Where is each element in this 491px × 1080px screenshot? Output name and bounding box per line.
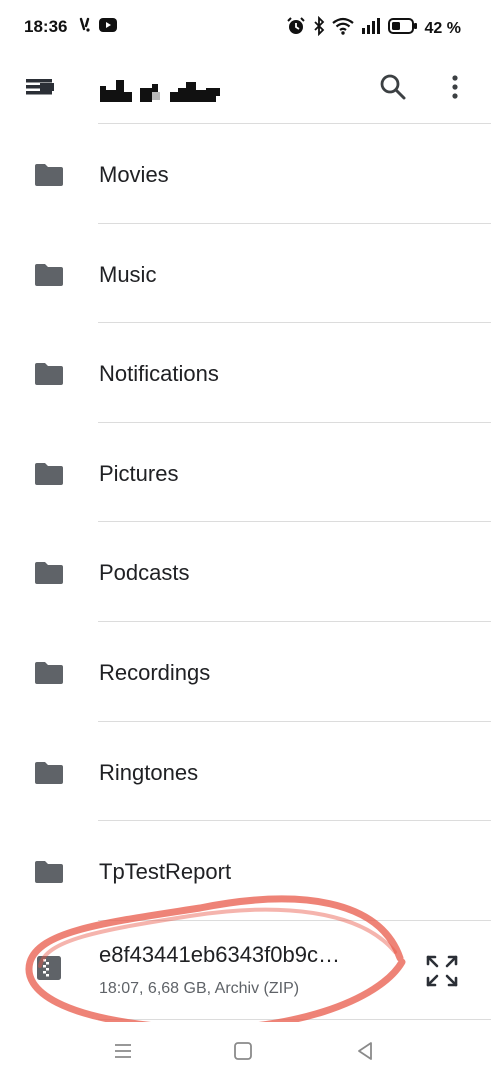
folder-icon	[35, 164, 63, 186]
battery-percent: 42 %	[424, 19, 461, 37]
expand-button[interactable]	[424, 953, 460, 989]
folder-label: TpTestReport	[99, 859, 232, 885]
signal-icon	[361, 17, 381, 40]
menu-button[interactable]	[24, 72, 58, 102]
file-list: Movies Music Notifications Pictures Podc…	[0, 124, 491, 921]
more-vert-icon	[452, 75, 458, 99]
folder-label: Music	[99, 261, 157, 287]
zip-archive-icon	[37, 956, 61, 980]
expand-icon	[426, 955, 458, 987]
file-name: e8f43441eb6343f0b9c…	[99, 942, 340, 967]
folder-label: Recordings	[99, 659, 211, 685]
folder-row[interactable]: Pictures	[0, 423, 491, 523]
folder-label: Ringtones	[99, 759, 199, 785]
status-left-icons	[78, 17, 117, 38]
status-right-icons: 42 %	[286, 15, 461, 41]
folder-row[interactable]: Notifications	[0, 323, 491, 423]
battery-icon	[387, 17, 418, 40]
folder-row[interactable]: Podcasts	[0, 522, 491, 622]
search-button[interactable]	[378, 72, 408, 102]
back-button[interactable]	[354, 1040, 376, 1062]
folder-title-redacted	[100, 78, 223, 104]
file-row[interactable]: e8f43441eb6343f0b9c… 18:07, 6,68 GB, Arc…	[0, 920, 491, 1020]
folder-icon	[35, 462, 63, 485]
folder-icon	[35, 363, 63, 386]
status-time: 18:36	[24, 17, 68, 36]
folder-label: Pictures	[99, 460, 179, 486]
folder-icon	[35, 861, 63, 884]
folder-icon	[35, 661, 63, 684]
system-nav-bar	[0, 1022, 491, 1080]
home-icon	[234, 1042, 252, 1060]
file-meta: 18:07, 6,68 GB, Archiv (ZIP)	[99, 980, 300, 997]
folder-label: Podcasts	[99, 560, 190, 586]
folder-icon	[35, 562, 63, 585]
folder-row[interactable]: Music	[0, 224, 491, 324]
folder-label: Movies	[99, 162, 169, 187]
home-button[interactable]	[232, 1040, 254, 1062]
folder-label: Notifications	[99, 361, 219, 387]
search-icon	[380, 74, 406, 100]
youtube-icon	[99, 18, 117, 37]
alarm-icon	[286, 16, 306, 41]
status-bar: 18:36 42 %	[0, 0, 491, 56]
recents-button[interactable]	[112, 1040, 134, 1062]
folder-icon	[35, 761, 63, 784]
bluetooth-icon	[313, 15, 325, 41]
back-icon	[358, 1042, 372, 1060]
folder-row[interactable]: Movies	[0, 124, 491, 224]
folder-icon	[35, 263, 63, 286]
folder-row[interactable]: Ringtones	[0, 722, 491, 822]
more-options-button[interactable]	[440, 72, 470, 102]
folder-row[interactable]: Recordings	[0, 622, 491, 722]
divider	[98, 1019, 491, 1020]
recents-icon	[115, 1044, 131, 1058]
missed-call-icon	[78, 17, 94, 38]
menu-icon	[26, 79, 54, 95]
wifi-icon	[331, 17, 354, 40]
folder-row[interactable]: TpTestReport	[0, 821, 491, 921]
app-bar	[0, 56, 491, 120]
